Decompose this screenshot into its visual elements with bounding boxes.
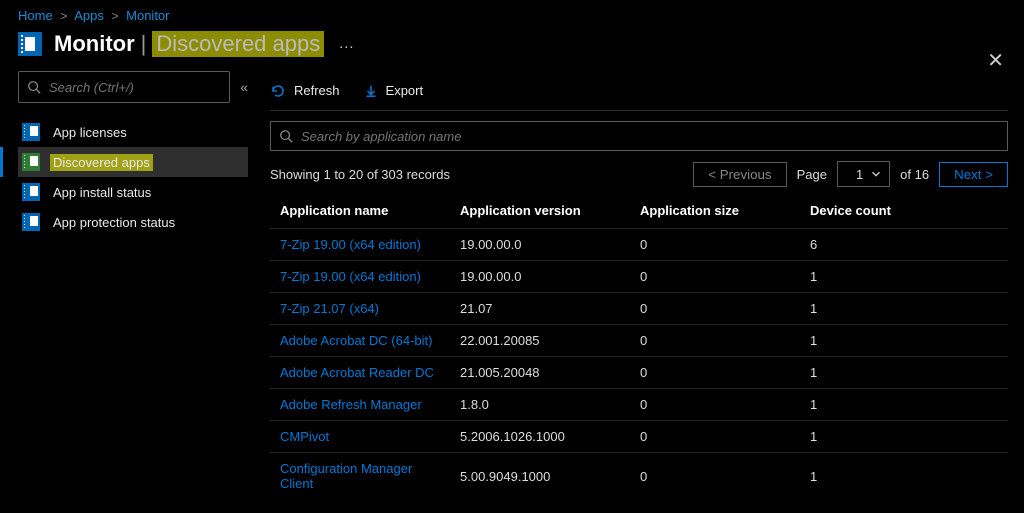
page-number: 1 [856, 167, 863, 182]
app-version: 22.001.20085 [450, 325, 630, 357]
breadcrumb-home[interactable]: Home [18, 8, 53, 23]
page-subtitle: Discovered apps [152, 31, 324, 57]
collapse-sidebar-button[interactable]: « [240, 79, 248, 95]
sidebar-search-input[interactable] [49, 80, 219, 95]
chevron-right-icon: > [60, 9, 67, 23]
title-bar: Monitor | Discovered apps … [0, 23, 1024, 67]
notebook-icon [22, 123, 40, 141]
chevron-right-icon: > [112, 9, 119, 23]
sidebar-item-app-install-status[interactable]: App install status [18, 177, 248, 207]
sidebar-item-discovered-apps[interactable]: Discovered apps [18, 147, 248, 177]
sidebar-item-label: App install status [50, 184, 154, 201]
app-name-link[interactable]: 7-Zip 19.00 (x64 edition) [270, 261, 450, 293]
app-name-link[interactable]: 7-Zip 21.07 (x64) [270, 293, 450, 325]
app-search-input[interactable] [301, 129, 997, 144]
sidebar-item-app-protection-status[interactable]: App protection status [18, 207, 248, 237]
col-application-version[interactable]: Application version [450, 195, 630, 229]
device-count: 1 [800, 325, 1008, 357]
search-icon [27, 80, 41, 94]
notebook-icon [22, 183, 40, 201]
table-row: 7-Zip 19.00 (x64 edition)19.00.00.001 [270, 261, 1008, 293]
device-count: 1 [800, 389, 1008, 421]
app-version: 19.00.00.0 [450, 261, 630, 293]
table-scroll[interactable]: Application name Application version App… [270, 195, 1008, 492]
device-count: 1 [800, 261, 1008, 293]
app-size: 0 [630, 293, 800, 325]
app-version: 21.005.20048 [450, 357, 630, 389]
toolbar: Refresh Export [270, 71, 1008, 111]
notebook-icon [22, 213, 40, 231]
notebook-icon [22, 153, 40, 171]
page-title: Monitor [54, 31, 135, 57]
table-row: 7-Zip 21.07 (x64)21.0701 [270, 293, 1008, 325]
col-application-name[interactable]: Application name [270, 195, 450, 229]
app-size: 0 [630, 325, 800, 357]
export-button[interactable]: Export [364, 83, 424, 98]
app-size: 0 [630, 421, 800, 453]
col-device-count[interactable]: Device count [800, 195, 1008, 229]
app-name-link[interactable]: Adobe Acrobat Reader DC [270, 357, 450, 389]
app-name-link[interactable]: Adobe Refresh Manager [270, 389, 450, 421]
app-version: 5.00.9049.1000 [450, 453, 630, 493]
download-icon [364, 84, 378, 98]
breadcrumb: Home > Apps > Monitor [0, 0, 1024, 23]
page-label: Page [797, 167, 827, 182]
sidebar-item-label: Discovered apps [50, 154, 153, 171]
table-row: Configuration Manager Client5.00.9049.10… [270, 453, 1008, 493]
sidebar-item-label: App protection status [50, 214, 178, 231]
table-row: Adobe Acrobat Reader DC21.005.2004801 [270, 357, 1008, 389]
main-panel: Refresh Export Showing 1 to 20 of 303 re… [260, 67, 1024, 492]
app-version: 1.8.0 [450, 389, 630, 421]
table-header-row: Application name Application version App… [270, 195, 1008, 229]
app-name-link[interactable]: Adobe Acrobat DC (64-bit) [270, 325, 450, 357]
refresh-label: Refresh [294, 83, 340, 98]
device-count: 1 [800, 453, 1008, 493]
sidebar-item-app-licenses[interactable]: App licenses [18, 117, 248, 147]
sidebar: « App licenses Discovered apps App install… [0, 67, 260, 492]
table-row: Adobe Acrobat DC (64-bit)22.001.2008501 [270, 325, 1008, 357]
next-page-button[interactable]: Next > [939, 162, 1008, 187]
chevron-down-icon [869, 167, 883, 181]
table-row: CMPivot5.2006.1026.100001 [270, 421, 1008, 453]
device-count: 6 [800, 229, 1008, 261]
device-count: 1 [800, 357, 1008, 389]
export-label: Export [386, 83, 424, 98]
more-actions-button[interactable]: … [338, 35, 354, 53]
app-size: 0 [630, 229, 800, 261]
page-total: of 16 [900, 167, 929, 182]
app-search[interactable] [270, 121, 1008, 151]
breadcrumb-monitor[interactable]: Monitor [126, 8, 169, 23]
app-name-link[interactable]: 7-Zip 19.00 (x64 edition) [270, 229, 450, 261]
sidebar-search[interactable] [18, 71, 230, 103]
records-summary: Showing 1 to 20 of 303 records [270, 167, 450, 182]
monitor-icon [18, 32, 42, 56]
device-count: 1 [800, 421, 1008, 453]
device-count: 1 [800, 293, 1008, 325]
pager: < Previous Page 1 of 16 Next > [693, 161, 1008, 187]
search-icon [279, 129, 293, 143]
table-row: Adobe Refresh Manager1.8.001 [270, 389, 1008, 421]
app-name-link[interactable]: CMPivot [270, 421, 450, 453]
refresh-icon [270, 83, 286, 99]
refresh-button[interactable]: Refresh [270, 83, 340, 99]
app-name-link[interactable]: Configuration Manager Client [270, 453, 450, 493]
page-select[interactable]: 1 [837, 161, 890, 187]
close-button[interactable]: ✕ [987, 48, 1004, 73]
app-version: 21.07 [450, 293, 630, 325]
app-version: 5.2006.1026.1000 [450, 421, 630, 453]
app-version: 19.00.00.0 [450, 229, 630, 261]
app-size: 0 [630, 389, 800, 421]
title-separator: | [141, 31, 147, 57]
prev-page-button[interactable]: < Previous [693, 162, 786, 187]
app-size: 0 [630, 357, 800, 389]
breadcrumb-apps[interactable]: Apps [74, 8, 104, 23]
app-size: 0 [630, 453, 800, 493]
table-row: 7-Zip 19.00 (x64 edition)19.00.00.006 [270, 229, 1008, 261]
app-size: 0 [630, 261, 800, 293]
apps-table: Application name Application version App… [270, 195, 1008, 492]
col-application-size[interactable]: Application size [630, 195, 800, 229]
sidebar-item-label: App licenses [50, 124, 130, 141]
